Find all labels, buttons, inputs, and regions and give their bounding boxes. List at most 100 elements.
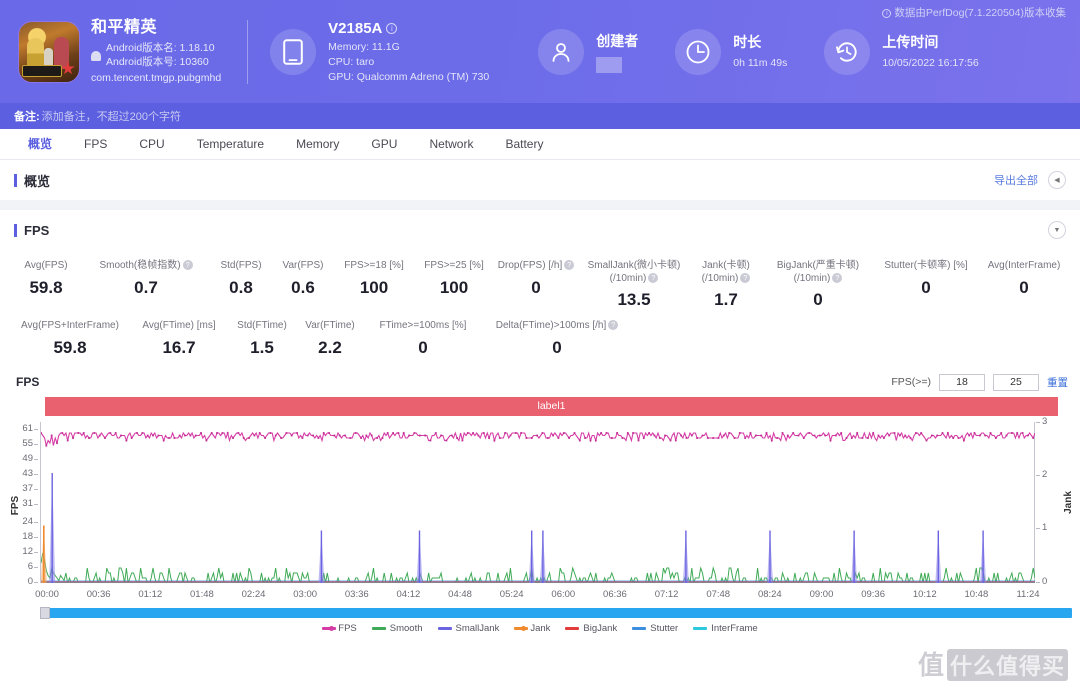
legend-item[interactable]: FPS (322, 623, 357, 634)
metric-cell: Std(FPS) 0.8 (210, 256, 272, 316)
x-tick: 05:24 (499, 588, 524, 600)
metric-label: Jank(卡顿) (/10min)? (701, 260, 751, 284)
fps-chart: FPS FPS(>=) 18 25 重置 label1 FPS Jank 061… (0, 368, 1080, 636)
metric-value: 0 (1019, 277, 1029, 297)
threshold-input-1[interactable]: 18 (939, 373, 985, 391)
metric-value: 0.8 (229, 277, 253, 297)
help-icon[interactable]: ? (564, 260, 575, 270)
info-icon: i (882, 9, 892, 18)
x-tick: 08:24 (757, 588, 782, 600)
legend-swatch (693, 627, 708, 630)
x-tick: 09:36 (861, 588, 885, 600)
note-bar[interactable]: 备注: 添加备注，不超过200个字符 (0, 103, 1080, 129)
duration-icon-circle (675, 28, 722, 75)
metric-value: 2.2 (318, 337, 342, 357)
tab-network[interactable]: Network (413, 129, 489, 159)
x-tick: 00:00 (35, 588, 59, 600)
tab-battery[interactable]: Battery (489, 129, 559, 159)
upload-time-block: 上传时间 10/05/2022 16:17:56 (824, 28, 979, 75)
legend-item[interactable]: Smooth (371, 623, 423, 634)
x-tick: 09:00 (809, 588, 834, 600)
y2-tick: 1 (1035, 522, 1048, 534)
creator-icon-circle (538, 28, 585, 75)
tab-gpu[interactable]: GPU (355, 129, 413, 159)
legend-item[interactable]: Jank (514, 623, 550, 634)
x-tick: 02:24 (241, 588, 266, 600)
y-tick: 55 (9, 438, 38, 449)
legend-item[interactable]: InterFrame (693, 623, 758, 634)
y-tick: 0 (9, 576, 38, 587)
note-input-placeholder[interactable]: 添加备注，不超过200个字符 (42, 108, 181, 124)
metric-value: 59.8 (53, 337, 87, 357)
metric-label: Std(FPS) (220, 260, 262, 271)
help-icon[interactable]: ? (648, 272, 659, 283)
main-tab-bar: 概览 FPS CPU Temperature Memory GPU Network Batte… (0, 129, 1080, 160)
app-icon (18, 20, 80, 83)
upload-icon-circle (824, 28, 871, 75)
y-tick: 43 (9, 468, 38, 479)
reset-button[interactable]: 重置 (1047, 375, 1068, 390)
metric-label: Avg(InterFrame) (987, 260, 1061, 271)
fps-panel: FPS ▼ Avg(FPS) 59.8 Smooth(稳帧指数)? 0.7 Std(FP… (0, 210, 1080, 636)
metric-cell: Delta(FTime)>100ms [/h]? 0 (482, 316, 632, 364)
y-tick: 24 (9, 516, 38, 527)
creator-block: 创建者 (538, 28, 638, 75)
duration-block: 时长 0h 11m 49s (675, 28, 787, 75)
device-cpu: CPU: taro (328, 55, 375, 68)
help-icon[interactable]: ? (182, 260, 193, 270)
tab-fps[interactable]: FPS (68, 129, 123, 159)
threshold-input-2[interactable]: 25 (993, 373, 1039, 391)
device-info-icon[interactable]: i (386, 22, 398, 34)
legend-label: SmallJank (455, 623, 500, 634)
app-info-block: 和平精英 Android版本名: 1.18.10 Android版本号: 103… (14, 17, 221, 86)
y2-axis-title: Jank (1063, 490, 1075, 514)
metric-label: Std(FTime) (237, 320, 287, 331)
metric-label: Avg(FTime) [ms] (142, 320, 216, 331)
watermark-text: 值 (917, 650, 945, 680)
chart-scrollbar-thumb[interactable] (40, 606, 50, 619)
user-icon (552, 42, 570, 62)
metric-label: Avg(FPS) (24, 260, 68, 271)
section-gap (0, 200, 1080, 210)
x-tick: 01:48 (190, 588, 214, 600)
device-gpu: GPU: Qualcomm Adreno (TM) 730 (328, 70, 490, 83)
tab-cpu[interactable]: CPU (123, 129, 180, 159)
scene-label-band[interactable]: label1 (45, 396, 1058, 416)
x-tick: 11:24 (1016, 588, 1040, 600)
metric-label: Delta(FTime)>100ms [/h]? (484, 320, 630, 333)
device-memory: Memory: 11.1G (328, 40, 400, 53)
legend-item[interactable]: BigJank (565, 623, 617, 634)
x-tick: 07:12 (654, 588, 679, 600)
metric-value: 0 (531, 277, 541, 297)
tab-temperature[interactable]: Temperature (181, 129, 280, 159)
note-label: 备注: (14, 111, 40, 123)
metric-cell: Std(FTime) 1.5 (228, 316, 296, 364)
chart-title: FPS (16, 375, 40, 389)
tab-memory[interactable]: Memory (280, 129, 355, 159)
help-icon[interactable]: ? (740, 272, 751, 283)
legend-swatch (371, 627, 386, 630)
x-tick: 10:48 (964, 588, 989, 600)
legend-item[interactable]: Stutter (632, 623, 678, 634)
legend-label: Smooth (389, 623, 423, 634)
perfdog-version-text: 数据由PerfDog(7.1.220504)版本收集 (894, 7, 1066, 19)
metric-label: BigJank(严重卡顿) (/10min)? (776, 260, 860, 284)
help-icon[interactable]: ? (608, 320, 619, 330)
android-icon (91, 51, 101, 62)
metric-value: 0.6 (291, 277, 315, 297)
chart-scrollbar[interactable] (40, 606, 1072, 619)
help-icon[interactable]: ? (832, 272, 843, 283)
metrics-row-1: Avg(FPS) 59.8 Smooth(稳帧指数)? 0.7 Std(FPS) 0.8 V… (10, 256, 1070, 316)
metric-label: Smooth(稳帧指数)? (84, 260, 208, 273)
legend-marker (521, 626, 527, 631)
export-all-link[interactable]: 导出全部 (994, 172, 1038, 188)
legend-item[interactable]: SmallJank (437, 623, 500, 634)
metric-label: FPS>=18 [%] (344, 260, 404, 271)
collapse-left-icon[interactable]: ◀ (1048, 171, 1066, 189)
fps-accent-bar (14, 223, 17, 237)
x-tick: 10:12 (912, 588, 937, 600)
tab-概览[interactable]: 概览 (12, 129, 68, 159)
chevron-down-icon[interactable]: ▼ (1048, 221, 1066, 239)
x-tick: 03:36 (344, 588, 369, 600)
chart-legend: FPS Smooth SmallJank Jank BigJank Stutter Inte… (0, 622, 1080, 636)
